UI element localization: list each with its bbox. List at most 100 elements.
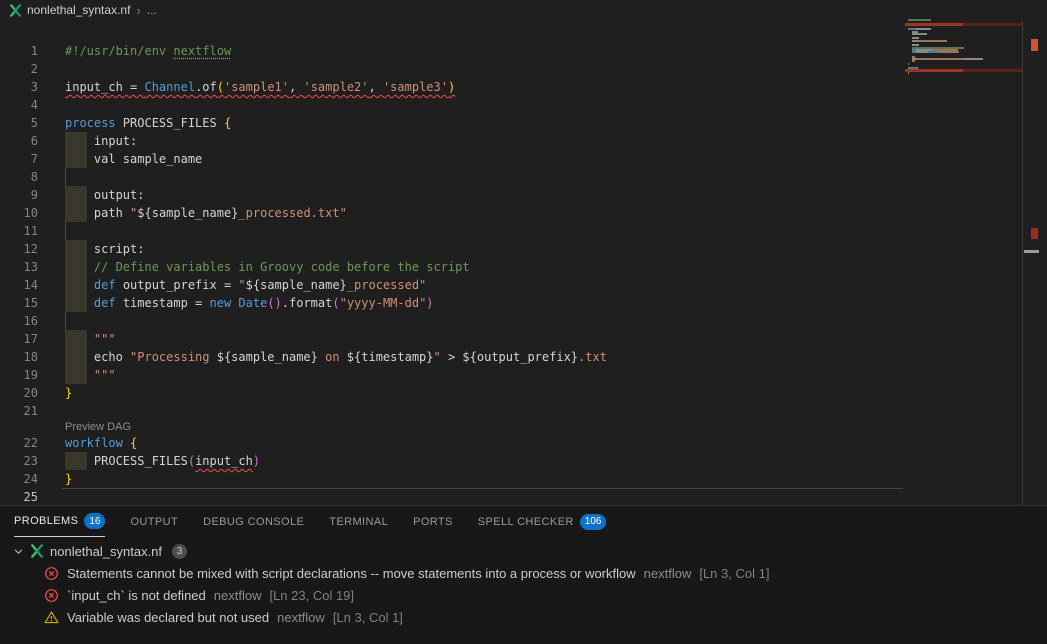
line-number: 8	[0, 168, 38, 186]
codelens-preview-dag[interactable]: Preview DAG	[0, 420, 903, 434]
line-content[interactable]: echo "Processing ${sample_name} on ${tim…	[65, 348, 903, 366]
panel-tab-label: DEBUG CONSOLE	[203, 516, 304, 528]
line-content[interactable]: val sample_name	[65, 150, 903, 168]
line-content[interactable]: def timestamp = new Date().format("yyyy-…	[65, 294, 903, 312]
ruler-diagnostic-marker	[1031, 228, 1038, 239]
line-content[interactable]: input_ch = Channel.of('sample1', 'sample…	[65, 78, 903, 96]
code-line[interactable]: 13 // Define variables in Groovy code be…	[0, 258, 903, 276]
indent-guide	[65, 312, 66, 330]
line-content[interactable]	[65, 60, 903, 78]
code-line[interactable]: 14 def output_prefix = "${sample_name}_p…	[0, 276, 903, 294]
code-token	[65, 296, 94, 310]
code-line[interactable]: 22workflow {	[0, 434, 903, 452]
line-content[interactable]	[65, 168, 903, 186]
problem-row[interactable]: Statements cannot be mixed with script d…	[0, 562, 1047, 584]
line-content[interactable]: script:	[65, 240, 903, 258]
line-number: 23	[0, 452, 38, 470]
code-token: input_ch	[195, 454, 253, 468]
code-line[interactable]: 7 val sample_name	[0, 150, 903, 168]
code-line[interactable]: 4	[0, 96, 903, 114]
code-token	[65, 260, 94, 274]
code-token: ${timestamp}	[347, 350, 434, 364]
code-token: input:	[65, 134, 137, 148]
code-line[interactable]: 16	[0, 312, 903, 330]
code-line[interactable]: 10 path "${sample_name}_processed.txt"	[0, 204, 903, 222]
panel-tab-ports[interactable]: PORTS	[413, 506, 453, 537]
code-line[interactable]: 12 script:	[0, 240, 903, 258]
panel-tab-terminal[interactable]: TERMINAL	[329, 506, 388, 537]
code-token: val sample_name	[65, 152, 202, 166]
line-content[interactable]: }	[65, 470, 903, 488]
minimap-line	[912, 33, 927, 35]
nextflow-file-icon	[30, 544, 44, 558]
code-line[interactable]: 5process PROCESS_FILES {	[0, 114, 903, 132]
line-content[interactable]: #!/usr/bin/env nextflow	[65, 42, 903, 60]
line-number: 13	[0, 258, 38, 276]
code-line[interactable]: 24}	[0, 470, 903, 488]
problem-row[interactable]: Variable was declared but not usednextfl…	[0, 606, 1047, 628]
line-content[interactable]	[65, 96, 903, 114]
code-token: workflow	[65, 436, 130, 450]
warning-icon	[44, 610, 59, 625]
code-token: {	[130, 436, 137, 450]
code-line[interactable]: 6 input:	[0, 132, 903, 150]
line-content[interactable]: }	[65, 384, 903, 402]
editor[interactable]: nonlethal_syntax.nf › ... 1#!/usr/bin/en…	[0, 0, 1047, 505]
line-content[interactable]: def output_prefix = "${sample_name}_proc…	[65, 276, 903, 294]
code-token: 'sample1'	[224, 80, 289, 94]
code-line[interactable]: 3input_ch = Channel.of('sample1', 'sampl…	[0, 78, 903, 96]
line-content[interactable]: output:	[65, 186, 903, 204]
line-content[interactable]: """	[65, 366, 903, 384]
code-line[interactable]: 19 """	[0, 366, 903, 384]
problem-row[interactable]: `input_ch` is not definednextflow[Ln 23,…	[0, 584, 1047, 606]
line-number: 19	[0, 366, 38, 384]
code-line[interactable]: 23 PROCESS_FILES(input_ch)	[0, 452, 903, 470]
line-content[interactable]: process PROCESS_FILES {	[65, 114, 903, 132]
code-token: }	[65, 386, 72, 400]
line-content[interactable]	[65, 222, 903, 240]
line-content[interactable]: """	[65, 330, 903, 348]
line-content[interactable]: input:	[65, 132, 903, 150]
line-content[interactable]: // Define variables in Groovy code befor…	[65, 258, 903, 276]
line-content[interactable]	[65, 312, 903, 330]
line-content[interactable]: PROCESS_FILES(input_ch)	[65, 452, 903, 470]
code-line[interactable]: 15 def timestamp = new Date().format("yy…	[0, 294, 903, 312]
code-lines[interactable]: 1#!/usr/bin/env nextflow23input_ch = Cha…	[0, 42, 903, 506]
minimap-error-bar	[905, 69, 1022, 72]
overview-ruler[interactable]	[1022, 20, 1038, 505]
code-token: (	[332, 296, 339, 310]
code-token: >	[441, 350, 463, 364]
code-token: def	[94, 278, 123, 292]
panel-tab-spell-checker[interactable]: SPELL CHECKER106	[478, 506, 607, 537]
code-line[interactable]: 18 echo "Processing ${sample_name} on ${…	[0, 348, 903, 366]
error-icon	[44, 566, 59, 581]
code-line[interactable]: 2	[0, 60, 903, 78]
code-token: .txt	[578, 350, 607, 364]
breadcrumb-separator-icon: ›	[136, 3, 140, 18]
breadcrumb-more[interactable]: ...	[147, 3, 157, 17]
code-line[interactable]: 21	[0, 402, 903, 420]
problems-file-row[interactable]: nonlethal_syntax.nf 3	[0, 540, 1047, 562]
code-line[interactable]: 9 output:	[0, 186, 903, 204]
code-token: ${sample_name}	[217, 350, 318, 364]
minimap[interactable]	[905, 19, 1022, 85]
breadcrumb-filename[interactable]: nonlethal_syntax.nf	[27, 3, 130, 17]
line-number: 18	[0, 348, 38, 366]
code-line[interactable]: 11	[0, 222, 903, 240]
line-content[interactable]: workflow {	[65, 434, 903, 452]
code-token: echo	[65, 350, 130, 364]
code-line[interactable]: 17 """	[0, 330, 903, 348]
code-line[interactable]: 1#!/usr/bin/env nextflow	[0, 42, 903, 60]
code-token: output_prefix =	[123, 278, 239, 292]
code-token: Date	[238, 296, 267, 310]
code-line[interactable]: 20}	[0, 384, 903, 402]
panel-tab-debug-console[interactable]: DEBUG CONSOLE	[203, 506, 304, 537]
code-line[interactable]: 8	[0, 168, 903, 186]
panel-tab-output[interactable]: OUTPUT	[130, 506, 178, 537]
chevron-down-icon[interactable]	[13, 546, 24, 557]
code-token	[65, 278, 94, 292]
line-content[interactable]	[65, 402, 903, 420]
panel-tab-problems[interactable]: PROBLEMS16	[14, 506, 105, 537]
minimap-line	[908, 72, 909, 74]
line-content[interactable]: path "${sample_name}_processed.txt"	[65, 204, 903, 222]
